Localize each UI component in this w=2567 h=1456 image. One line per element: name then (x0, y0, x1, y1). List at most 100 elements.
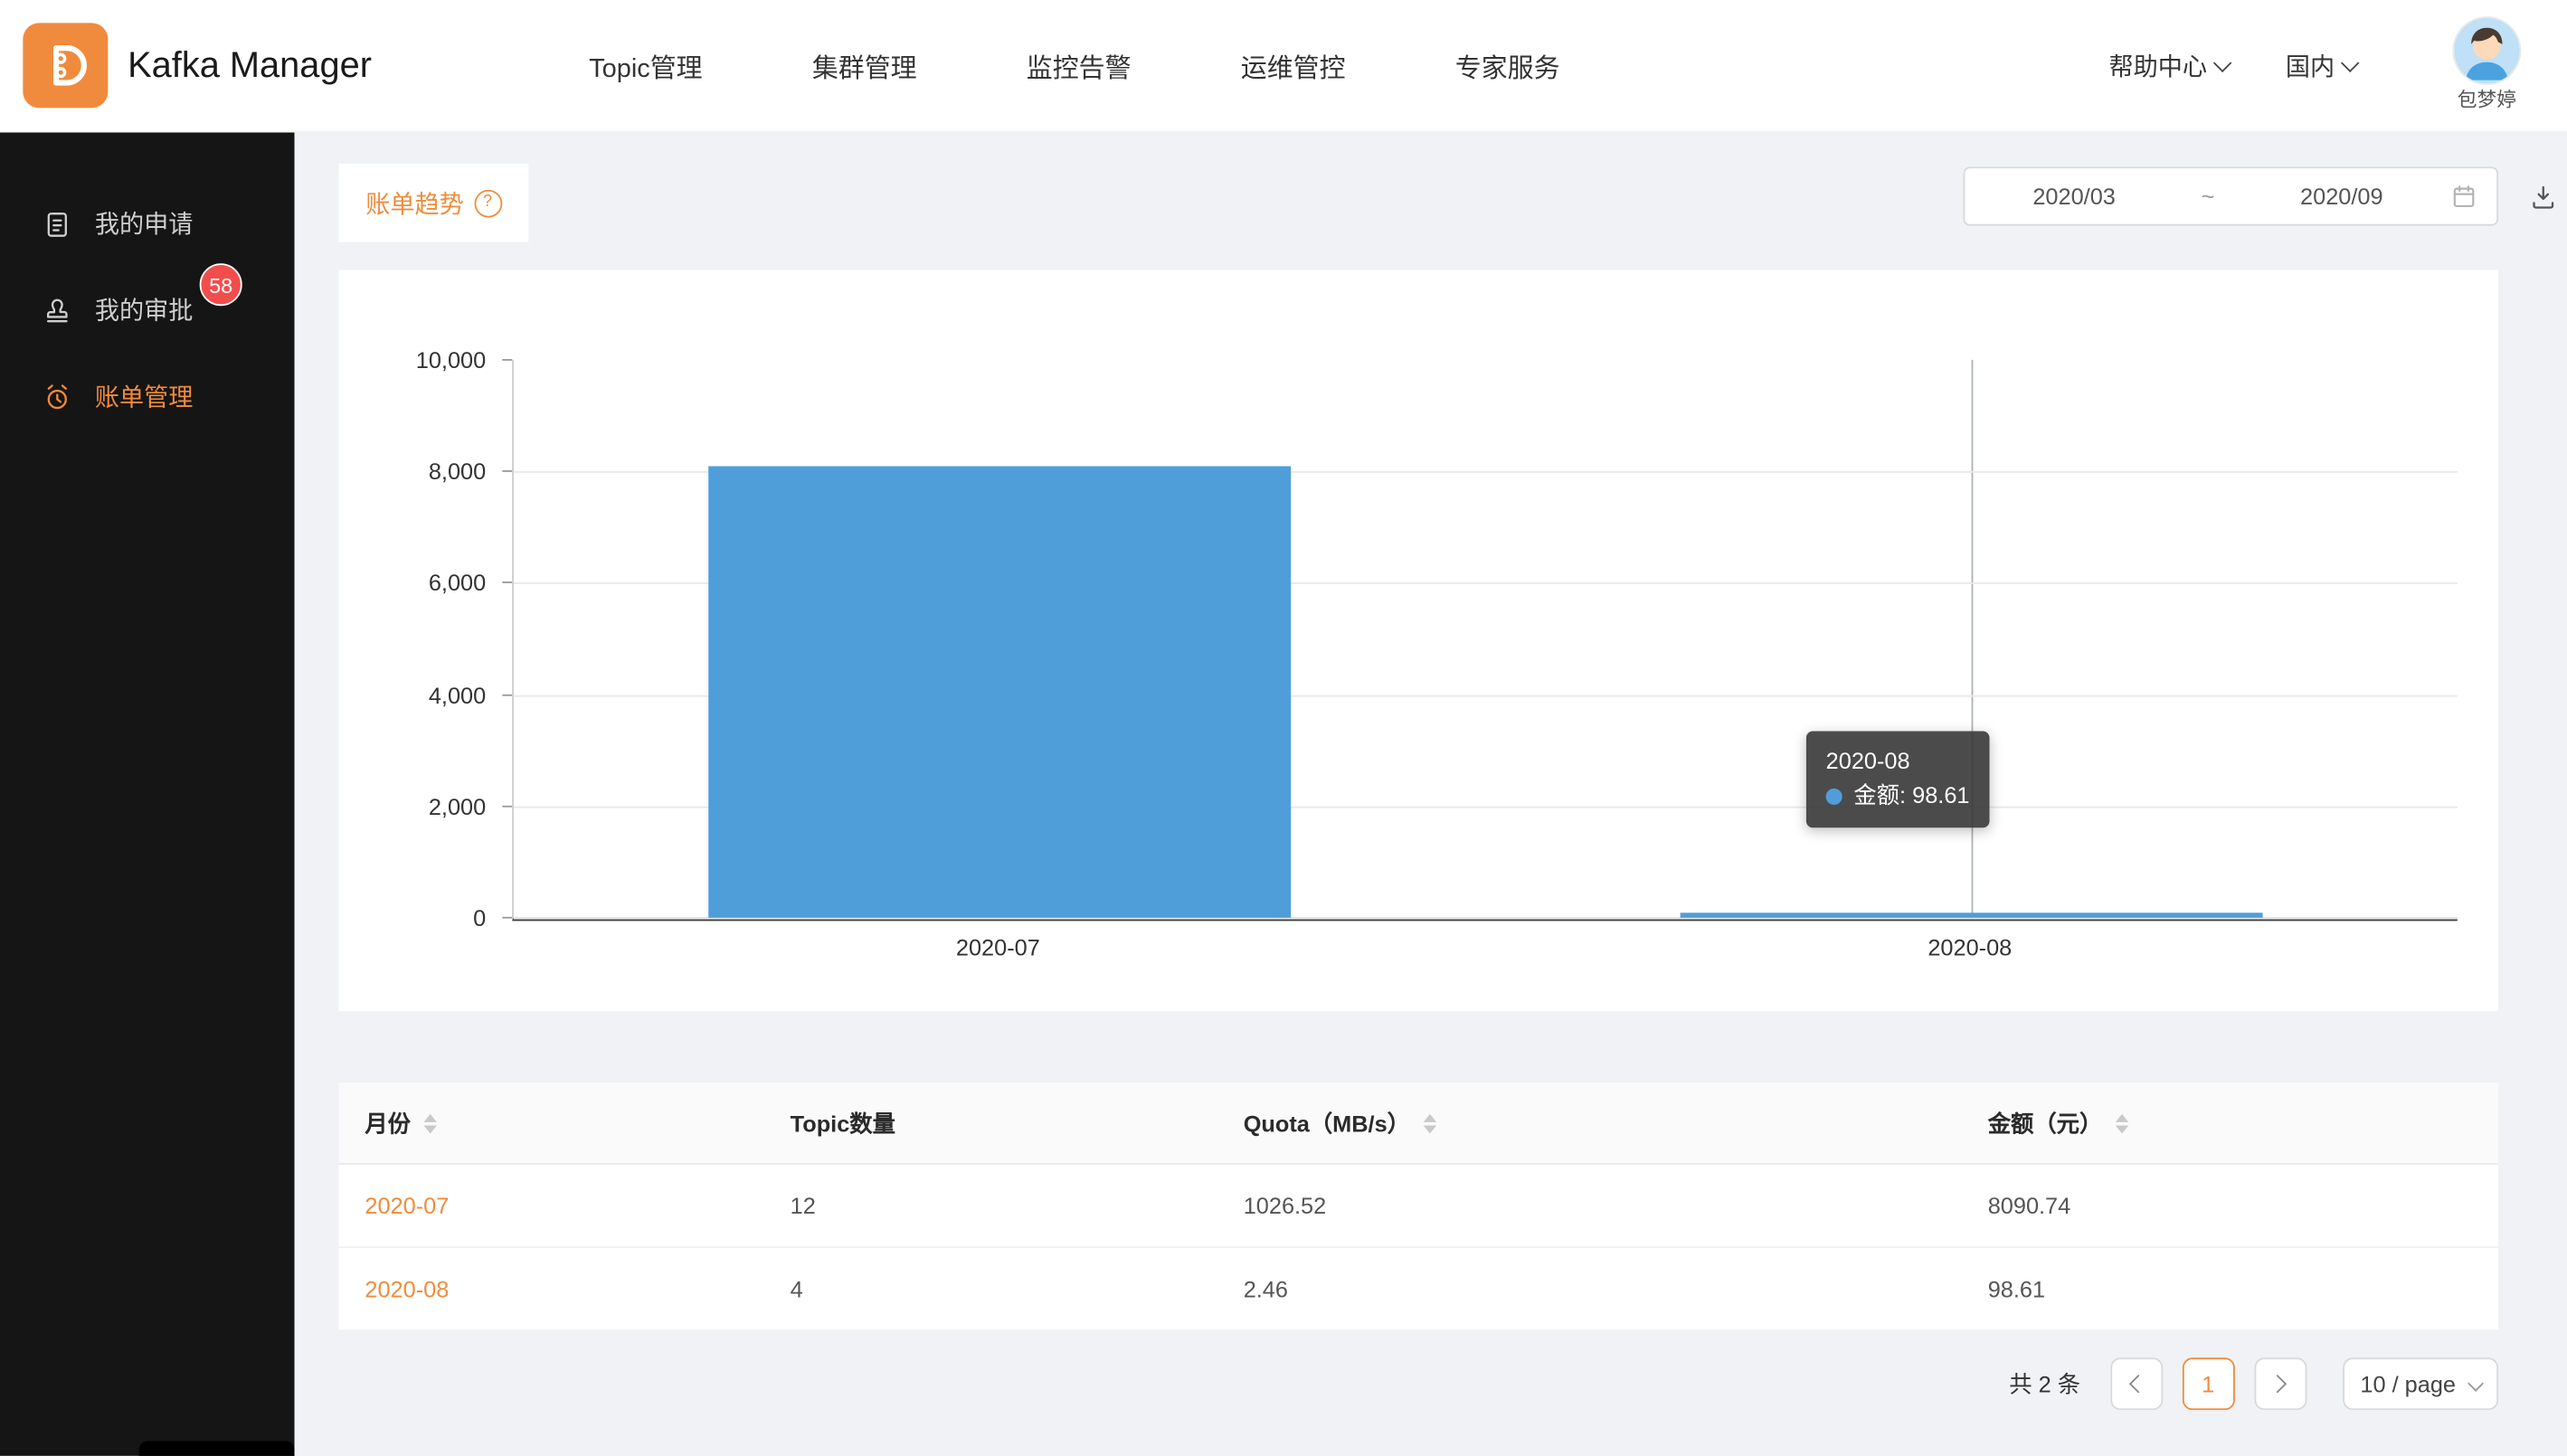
page-size-value: 10 / page (2360, 1371, 2456, 1397)
nav-cluster-management[interactable]: 集群管理 (812, 46, 917, 85)
y-axis-tick-label: 2,000 (338, 793, 486, 819)
tab-label: 账单趋势 (365, 185, 464, 220)
nav-monitor-alert[interactable]: 监控告警 (1027, 46, 1132, 85)
table-row: 2020-07 12 1026.52 8090.74 (338, 1165, 2498, 1248)
bill-table: 月份 Topic数量 Quota（MB/s） 金额（元） 2020-07 12 (338, 1083, 2498, 1331)
month-link[interactable]: 2020-08 (365, 1276, 449, 1302)
next-page-button[interactable] (2254, 1357, 2307, 1410)
chevron-right-icon (2269, 1375, 2287, 1393)
header-right: 帮助中心 国内 包梦婷 (2108, 0, 2524, 131)
page-title: Kafka Manager (128, 0, 372, 131)
sidebar-item-my-applications[interactable]: 我的申请 (0, 180, 295, 267)
download-icon (2529, 183, 2557, 211)
quota-value: 1026.52 (1217, 1193, 1962, 1219)
chart-bar-2020-08[interactable] (1680, 912, 2263, 918)
chevron-left-icon (2129, 1375, 2147, 1393)
avatar[interactable] (2454, 18, 2519, 83)
chevron-down-icon (2213, 54, 2231, 72)
tooltip-value: 金额: 98.61 (1853, 780, 1969, 815)
tab-bill-trend[interactable]: 账单趋势 ? (338, 164, 528, 242)
sort-icon (1423, 1113, 1435, 1133)
region-menu[interactable]: 国内 (2286, 48, 2354, 82)
y-axis-tick-label: 10,000 (338, 346, 486, 373)
prev-page-button[interactable] (2110, 1357, 2163, 1410)
sidebar-item-bill-management[interactable]: 账单管理 (0, 354, 295, 440)
quota-value: 2.46 (1217, 1276, 1962, 1302)
sidebar: 我的申请 我的审批 58 账单管理 (0, 131, 295, 1456)
user-menu[interactable]: 包梦婷 (2449, 18, 2524, 113)
column-header-amount[interactable]: 金额（元） (1962, 1107, 2498, 1139)
month-link[interactable]: 2020-07 (365, 1193, 449, 1219)
nav-ops-control[interactable]: 运维管控 (1241, 46, 1346, 85)
y-axis-tick-label: 4,000 (338, 682, 486, 708)
help-question-icon: ? (474, 189, 502, 217)
topic-count-value: 12 (764, 1193, 1217, 1219)
y-axis-tick-mark (502, 582, 512, 584)
page-size-select[interactable]: 10 / page (2342, 1357, 2498, 1410)
help-center-label: 帮助中心 (2108, 48, 2207, 82)
calendar-icon (2451, 184, 2497, 210)
amount-value: 8090.74 (1962, 1193, 2498, 1219)
sidebar-item-label: 我的审批 (95, 293, 194, 327)
column-header-topic-count: Topic数量 (764, 1107, 1217, 1139)
chart-panel: 0 2,000 4,000 6,000 8,000 10,000 2020-08 金额: … (338, 269, 2498, 1010)
sidebar-bottom-box (139, 1442, 295, 1456)
tooltip-title: 2020-08 (1826, 744, 1970, 780)
series-dot-icon (1826, 789, 1842, 805)
download-button[interactable] (2520, 174, 2566, 220)
sidebar-item-my-approvals[interactable]: 我的审批 58 (0, 267, 295, 354)
nav-expert-service[interactable]: 专家服务 (1455, 46, 1560, 85)
alarm-bell-icon (43, 382, 72, 411)
stamp-icon (43, 295, 72, 325)
gridline (514, 918, 2458, 920)
column-header-quota[interactable]: Quota（MB/s） (1217, 1107, 1962, 1139)
chevron-down-icon (2468, 1375, 2484, 1391)
y-axis-tick-mark (502, 694, 512, 695)
help-center-menu[interactable]: 帮助中心 (2108, 48, 2226, 82)
chart-tooltip: 2020-08 金额: 98.61 (1806, 731, 1989, 827)
date-end-input[interactable]: 2020/09 (2232, 184, 2450, 210)
x-axis-labels: 2020-07 2020-08 (512, 934, 2456, 967)
pagination: 共 2 条 1 10 / page (2009, 1357, 2498, 1410)
nav-topic-management[interactable]: Topic管理 (589, 46, 702, 85)
main-content: 账单趋势 ? 2020/03 ~ 2020/09 0 2,000 4,000 6,00… (295, 131, 2567, 1456)
app: Kafka Manager Topic管理 集群管理 监控告警 运维管控 专家服… (0, 0, 2567, 1456)
chart-crosshair (1972, 360, 1974, 918)
region-label: 国内 (2286, 48, 2335, 82)
chart-bar-2020-07[interactable] (708, 467, 1292, 918)
approvals-count-badge: 58 (200, 263, 242, 306)
y-axis-tick-label: 6,000 (338, 570, 486, 596)
y-axis-tick-mark (502, 805, 512, 807)
y-axis-tick-mark (502, 470, 512, 472)
x-axis-label: 2020-08 (1928, 934, 2012, 960)
date-range-picker[interactable]: 2020/03 ~ 2020/09 (1964, 166, 2498, 225)
clipboard-icon (43, 209, 72, 239)
username: 包梦婷 (2458, 85, 2516, 113)
column-header-month[interactable]: 月份 (338, 1107, 763, 1139)
table-row: 2020-08 4 2.46 98.61 (338, 1248, 2498, 1331)
sort-icon (423, 1113, 436, 1133)
amount-value: 98.61 (1962, 1276, 2498, 1302)
y-axis-tick-mark (502, 917, 512, 919)
x-axis-label: 2020-07 (956, 934, 1040, 960)
avatar-image (2454, 18, 2519, 83)
date-start-input[interactable]: 2020/03 (1965, 184, 2183, 210)
header: Kafka Manager Topic管理 集群管理 监控告警 运维管控 专家服… (0, 0, 2567, 133)
logo-knot-icon (38, 38, 93, 93)
y-axis-tick-label: 0 (338, 904, 486, 931)
sidebar-item-label: 账单管理 (95, 380, 194, 414)
page-1-button[interactable]: 1 (2182, 1357, 2234, 1410)
total-count-label: 共 2 条 (2009, 1367, 2080, 1400)
y-axis-labels: 02,0004,0006,0008,00010,000 (338, 360, 512, 918)
sort-icon (2116, 1113, 2128, 1133)
table-header-row: 月份 Topic数量 Quota（MB/s） 金额（元） (338, 1083, 2498, 1164)
sidebar-item-label: 我的申请 (95, 206, 194, 241)
chart-plot: 2020-08 金额: 98.61 (512, 360, 2458, 921)
date-range-separator: ~ (2183, 184, 2232, 210)
chevron-down-icon (2341, 54, 2359, 72)
y-axis-tick-mark (502, 359, 512, 361)
topic-count-value: 4 (764, 1276, 1217, 1302)
app-logo (23, 23, 108, 108)
top-nav: Topic管理 集群管理 监控告警 运维管控 专家服务 (589, 0, 1559, 131)
y-axis-tick-label: 8,000 (338, 459, 486, 485)
